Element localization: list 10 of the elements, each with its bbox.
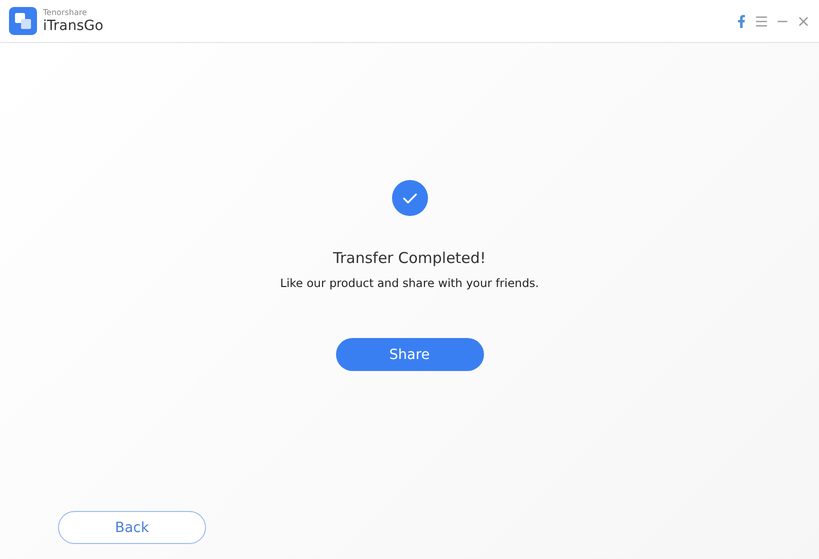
result-title: Transfer Completed! xyxy=(333,249,486,267)
result-message: Like our product and share with your friends. xyxy=(280,276,539,290)
facebook-icon[interactable] xyxy=(735,14,748,28)
app-title: iTransGo xyxy=(43,18,104,34)
vendor-name: Tenorshare xyxy=(43,8,88,18)
app-logo-icon xyxy=(9,7,37,35)
back-button[interactable]: Back xyxy=(58,511,206,544)
share-button[interactable]: Share xyxy=(336,338,484,371)
check-icon xyxy=(392,180,428,216)
menu-icon[interactable] xyxy=(754,14,769,28)
